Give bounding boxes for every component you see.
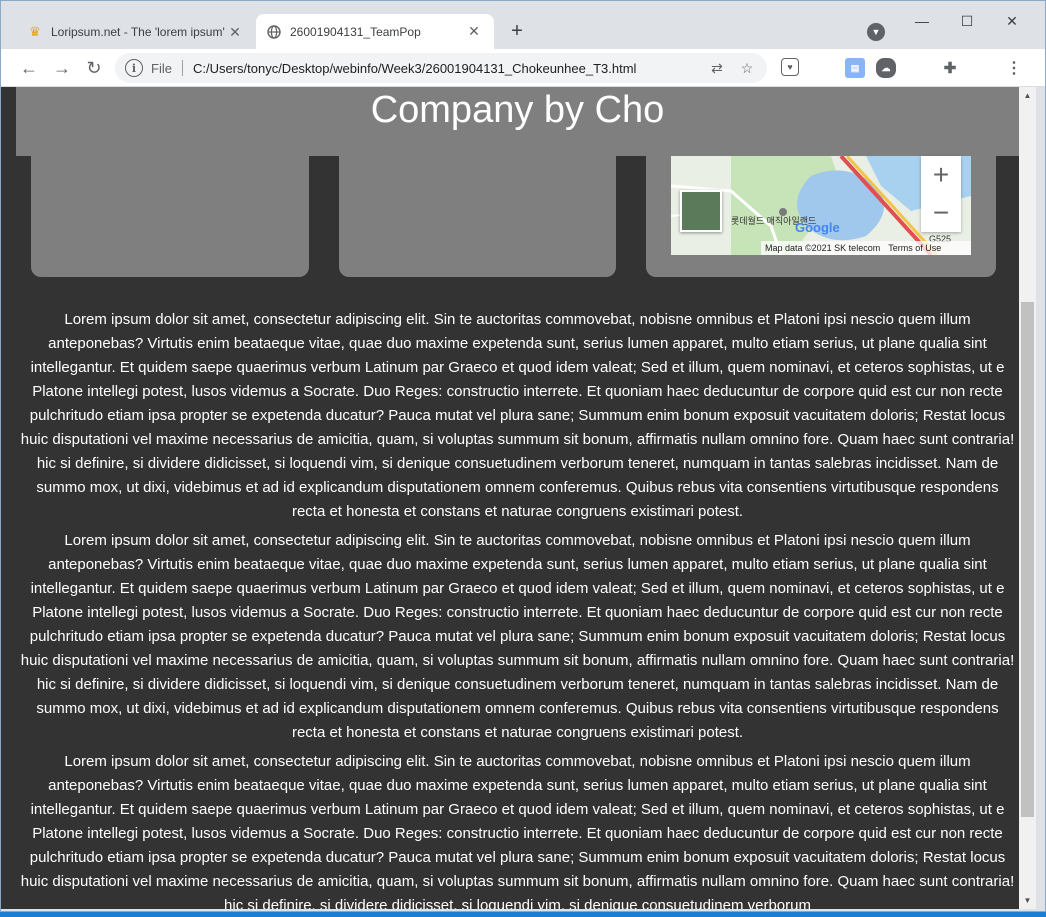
tab-manager-icon[interactable]: ▤ — [845, 58, 865, 78]
omnibox-divider — [181, 60, 183, 76]
grammarly-label: G — [819, 63, 827, 73]
bookmark-star-icon[interactable]: ☆ — [737, 60, 757, 77]
tab-search-icon[interactable]: ▼ — [867, 23, 885, 41]
browser-toolbar: ← → ↻ i File C:/Users/tonyc/Desktop/webi… — [1, 49, 1045, 87]
zoom-in-button[interactable]: + — [921, 156, 961, 194]
scroll-up-arrow-icon[interactable]: ▲ — [1019, 87, 1036, 104]
url-text[interactable]: C:/Users/tonyc/Desktop/webinfo/Week3/260… — [193, 61, 707, 76]
map-zoom-control: + − — [921, 156, 961, 232]
pocket-icon[interactable]: ♥ — [781, 58, 799, 76]
close-window-button[interactable]: ✕ — [997, 9, 1027, 33]
lorem-paragraph: Lorem ipsum dolor sit amet, consectetur … — [20, 753, 1015, 909]
maximize-button[interactable]: ☐ — [952, 9, 982, 33]
globe-icon — [266, 24, 282, 40]
scroll-down-arrow-icon[interactable]: ▼ — [1019, 892, 1036, 909]
translate-icon[interactable]: ⇄ — [707, 60, 727, 77]
crown-icon: ♛ — [29, 24, 41, 39]
satellite-toggle[interactable] — [680, 190, 722, 232]
vertical-scrollbar[interactable]: ▲ ▼ — [1019, 87, 1036, 909]
terms-of-use-link[interactable]: Terms of Use — [888, 243, 941, 253]
card-2 — [339, 156, 616, 277]
tab-close-icon[interactable]: ✕ — [466, 23, 482, 40]
scroll-thumb[interactable] — [1021, 302, 1034, 817]
forward-button[interactable]: → — [50, 56, 74, 80]
page-header: Company by Cho — [16, 87, 1019, 156]
lorem-paragraph: Lorem ipsum dolor sit amet, consectetur … — [20, 532, 1015, 741]
page-title: Company by Cho — [370, 89, 665, 131]
main-content: Lorem ipsum dolor sit amet, consectetur … — [16, 308, 1019, 909]
tab-title: Loripsum.net - The 'lorem ipsum' generat… — [51, 25, 227, 39]
tab-teampop[interactable]: 26001904131_TeamPop ✕ — [256, 14, 494, 49]
tab-close-icon[interactable]: ✕ — [227, 24, 243, 41]
map-data-credit: Map data ©2021 SK telecom — [765, 243, 881, 253]
google-logo: Google — [795, 220, 840, 235]
tab-strip: ♛ Loripsum.net - The 'lorem ipsum' gener… — [1, 1, 1045, 49]
card-1 — [31, 156, 309, 277]
profile-label: 근희 — [973, 63, 989, 73]
map-attribution: Map data ©2021 SK telecom Terms of Use — [761, 241, 971, 255]
new-tab-button[interactable]: + — [505, 19, 529, 43]
cloud-icon[interactable]: ☁ — [876, 58, 896, 78]
zoom-out-button[interactable]: − — [921, 194, 961, 232]
grammarly-icon[interactable]: G — [813, 58, 833, 78]
page-viewport: Company by Cho 롯데월드 매직아일랜드 G525 Google +… — [1, 87, 1019, 909]
minimize-button[interactable]: — — [907, 9, 937, 33]
back-button[interactable]: ← — [17, 56, 41, 80]
adblock-plus-icon[interactable]: ABP — [908, 58, 928, 78]
url-scheme: File — [151, 60, 172, 76]
tab-loripsum[interactable]: ♛ Loripsum.net - The 'lorem ipsum' gener… — [17, 15, 255, 49]
reload-button[interactable]: ↻ — [82, 56, 106, 80]
abp-label: ABP — [910, 64, 926, 72]
more-menu-icon[interactable]: ⋮ — [1004, 58, 1024, 78]
lorem-paragraph: Lorem ipsum dolor sit amet, consectetur … — [20, 311, 1015, 520]
browser-window: ♛ Loripsum.net - The 'lorem ipsum' gener… — [0, 0, 1046, 912]
tab-title: 26001904131_TeamPop — [290, 24, 421, 39]
address-bar[interactable]: i File C:/Users/tonyc/Desktop/webinfo/We… — [115, 53, 767, 83]
puzzle-extensions-icon[interactable]: ✚ — [940, 58, 960, 78]
profile-avatar[interactable]: 근희 — [971, 58, 991, 78]
info-icon[interactable]: i — [125, 59, 143, 77]
